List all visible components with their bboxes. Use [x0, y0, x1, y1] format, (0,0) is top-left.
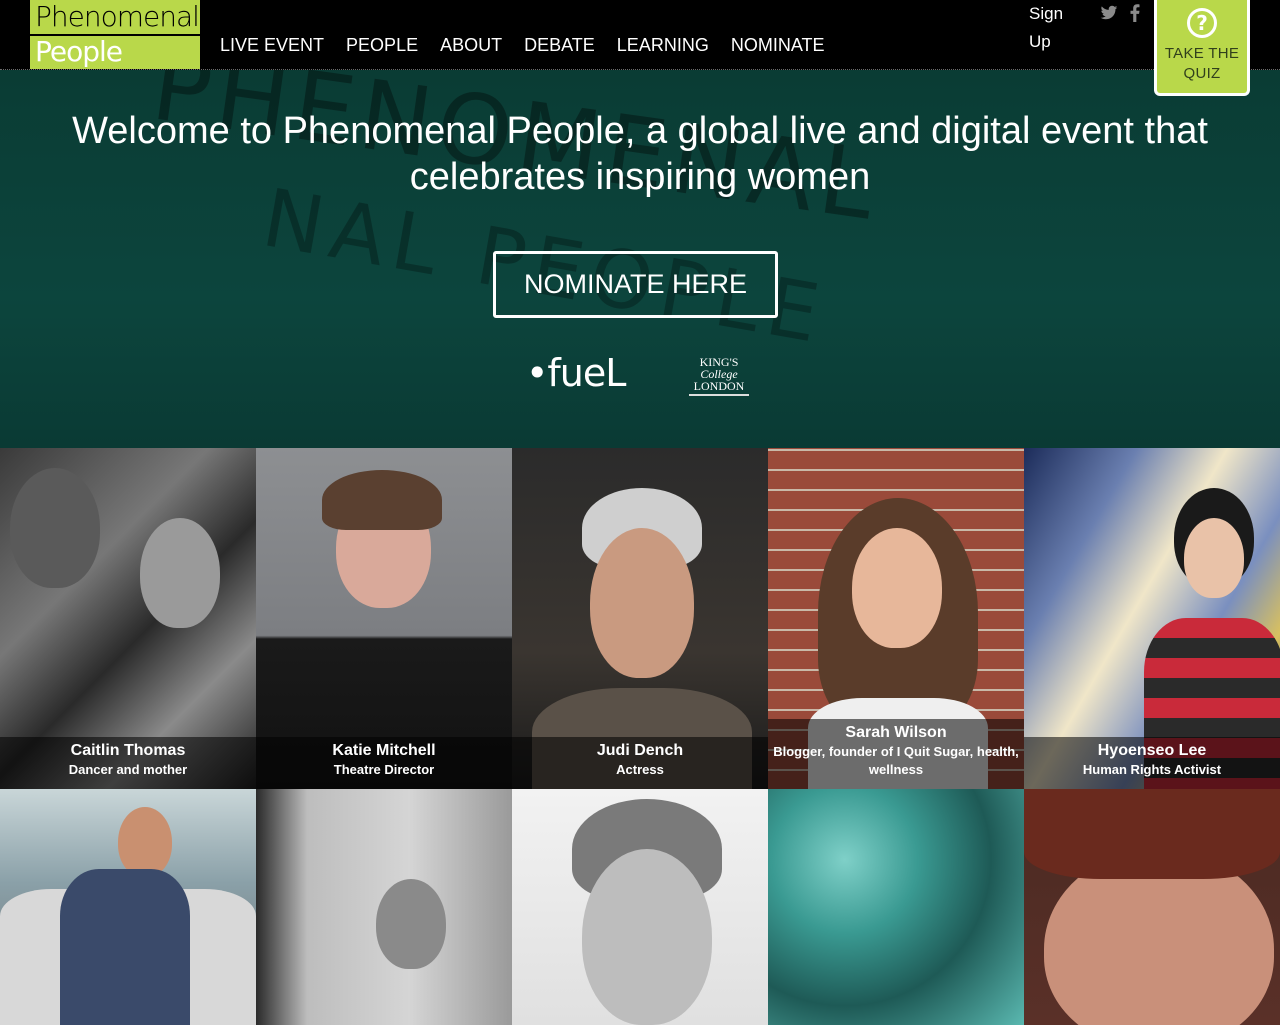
nav-learning[interactable]: LEARNING	[617, 34, 709, 56]
person-role: Dancer and mother	[68, 762, 188, 777]
person-name: Hyoenseo Lee	[1097, 742, 1207, 759]
nominate-here-button[interactable]: NOMINATE HERE	[493, 251, 778, 318]
person-tile[interactable]: Hyoenseo Lee Human Rights Activist	[1024, 448, 1280, 789]
site-logo[interactable]: Phenomenal People	[30, 0, 200, 69]
person-tile[interactable]	[256, 789, 512, 1025]
nav-people[interactable]: PEOPLE	[346, 34, 418, 56]
signup-link[interactable]: Sign Up	[1029, 0, 1069, 56]
take-the-quiz-button[interactable]: ? TAKE THE QUIZ	[1154, 0, 1250, 96]
person-role: Blogger, founder of I Quit Sugar, health…	[773, 744, 1019, 777]
person-name: Sarah Wilson	[845, 724, 947, 741]
person-role: Human Rights Activist	[1082, 762, 1222, 777]
twitter-icon[interactable]	[1100, 5, 1118, 26]
person-photo	[0, 789, 256, 1025]
social-links	[1100, 4, 1140, 27]
kings-college-logo[interactable]: KING'S College LONDON	[689, 356, 749, 396]
person-caption: Katie Mitchell Theatre Director	[256, 737, 512, 789]
quiz-label: TAKE THE QUIZ	[1164, 45, 1240, 82]
logo-line-1: Phenomenal	[30, 0, 200, 34]
nav-debate[interactable]: DEBATE	[524, 34, 595, 56]
nav-nominate[interactable]: NOMINATE	[731, 34, 825, 56]
hero-title: Welcome to Phenomenal People, a global l…	[72, 110, 1208, 198]
person-caption: Judi Dench Actress	[512, 737, 768, 789]
person-tile[interactable]: Caitlin Thomas Dancer and mother	[0, 448, 256, 789]
nav-live-event[interactable]: LIVE EVENT	[220, 34, 324, 56]
person-caption: Caitlin Thomas Dancer and mother	[0, 737, 256, 789]
person-photo	[1024, 789, 1280, 1025]
person-caption: Hyoenseo Lee Human Rights Activist	[1024, 737, 1280, 789]
person-tile[interactable]: Judi Dench Actress	[512, 448, 768, 789]
people-grid: Caitlin Thomas Dancer and mother Katie M…	[0, 448, 1280, 1025]
person-name: Judi Dench	[596, 742, 684, 759]
hero-banner: PHENOMENAL NAL PEOPLE Welcome to Phenome…	[0, 70, 1280, 448]
person-tile[interactable]: Katie Mitchell Theatre Director	[256, 448, 512, 789]
person-role: Theatre Director	[333, 762, 435, 777]
main-nav: LIVE EVENT PEOPLE ABOUT DEBATE LEARNING …	[220, 34, 847, 56]
person-photo	[768, 789, 1024, 1025]
person-photo	[256, 789, 512, 1025]
person-tile[interactable]	[0, 789, 256, 1025]
site-header: Phenomenal People LIVE EVENT PEOPLE ABOU…	[0, 0, 1280, 70]
person-name: Katie Mitchell	[332, 742, 436, 759]
kings-line-3: LONDON	[693, 379, 745, 393]
person-name: Caitlin Thomas	[70, 742, 186, 759]
logo-line-2: People	[30, 36, 200, 69]
nav-about[interactable]: ABOUT	[440, 34, 502, 56]
person-photo	[512, 789, 768, 1025]
person-tile[interactable]	[512, 789, 768, 1025]
question-mark-icon: ?	[1187, 8, 1217, 38]
person-caption: Sarah Wilson Blogger, founder of I Quit …	[768, 719, 1024, 789]
person-role: Actress	[616, 762, 664, 777]
person-tile[interactable]	[1024, 789, 1280, 1025]
person-tile[interactable]	[768, 789, 1024, 1025]
fuel-logo[interactable]: •fueL	[526, 353, 626, 393]
person-tile[interactable]: Sarah Wilson Blogger, founder of I Quit …	[768, 448, 1024, 789]
facebook-icon[interactable]	[1130, 4, 1140, 27]
